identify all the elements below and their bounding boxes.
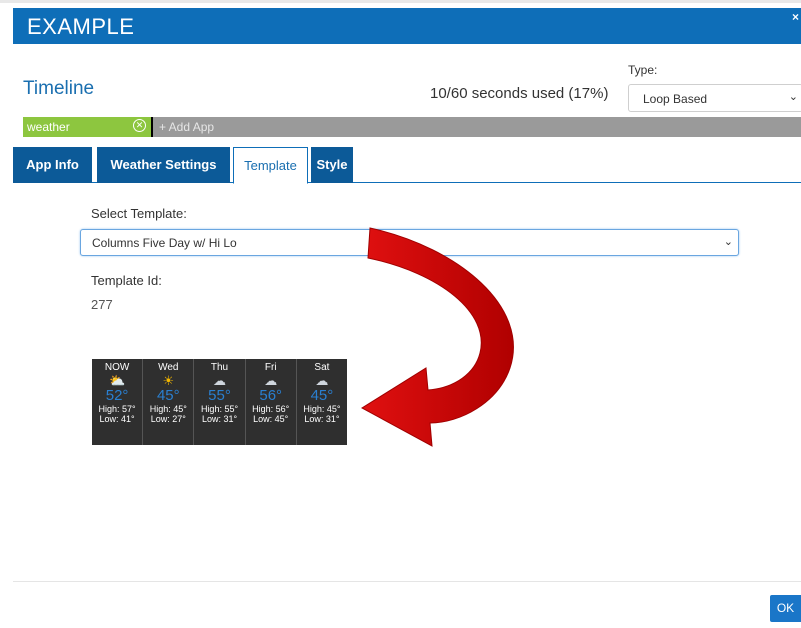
app-chip-weather[interactable]: weather ✕ [23, 117, 153, 137]
close-icon[interactable]: × [792, 10, 799, 24]
template-preview: NOW ⛅ 52° High: 57° Low: 41° Wed ☀ 45° H… [92, 359, 347, 445]
seconds-used: 10/60 seconds used (17%) [430, 85, 609, 102]
forecast-temp: 52° [105, 387, 129, 404]
red-curved-arrow-icon [361, 227, 514, 447]
remove-app-icon[interactable]: ✕ [133, 119, 146, 132]
forecast-day-name: NOW [104, 362, 130, 373]
forecast-day: Wed ☀ 45° High: 45° Low: 27° [143, 359, 195, 445]
sun-icon: ☀ [162, 373, 175, 388]
dialog-header: EXAMPLE × [13, 8, 801, 44]
type-select[interactable]: Loop Based ⌄ [628, 84, 801, 112]
tab-style[interactable]: Style [311, 147, 353, 183]
rain-icon: ☁ [213, 373, 226, 388]
app-chip-label: weather [27, 120, 70, 134]
forecast-day: Fri ☁ 56° High: 56° Low: 45° [246, 359, 297, 445]
template-select-value: Columns Five Day w/ Hi Lo [92, 236, 237, 250]
dialog-title: EXAMPLE [27, 14, 135, 39]
type-select-value: Loop Based [643, 92, 708, 106]
template-id-label: Template Id: [91, 273, 162, 288]
add-app-button[interactable]: + Add App [159, 120, 214, 134]
forecast-day: NOW ⛅ 52° High: 57° Low: 41° [92, 359, 144, 445]
partly-cloudy-icon: ⛅ [109, 373, 126, 388]
forecast-low: Low: 27° [150, 414, 186, 424]
forecast-day-name: Fri [264, 362, 277, 373]
top-border [0, 0, 801, 3]
forecast-high: High: 45° [149, 404, 187, 414]
forecast-low: Low: 41° [99, 414, 135, 424]
forecast-temp: 45° [156, 387, 180, 404]
template-id-value: 277 [91, 297, 113, 312]
forecast-day-name: Wed [158, 362, 179, 373]
tab-app-info[interactable]: App Info [13, 147, 92, 183]
timeline-title: Timeline [23, 78, 95, 99]
select-template-label: Select Template: [91, 206, 187, 221]
chevron-down-icon: ⌄ [788, 91, 798, 103]
rain-icon: ☁ [264, 373, 278, 388]
type-label: Type: [628, 63, 658, 77]
forecast-high: High: 56° [252, 404, 290, 414]
forecast-low: Low: 31° [201, 414, 238, 424]
forecast-temp: 55° [208, 387, 231, 404]
footer-divider [13, 581, 801, 582]
tab-bar: App Info Weather Settings Template Style [13, 147, 801, 184]
forecast-low: Low: 45° [253, 414, 289, 424]
forecast-day-name: Thu [210, 362, 229, 373]
tab-weather-settings[interactable]: Weather Settings [97, 147, 230, 183]
forecast-temp: 56° [259, 387, 283, 404]
ok-button[interactable]: OK [770, 595, 801, 622]
chevron-down-icon: ⌄ [723, 236, 733, 248]
app-bar: weather ✕ + Add App [23, 117, 801, 137]
forecast-high: High: 57° [98, 404, 136, 414]
forecast-day: Thu ☁ 55° High: 55° Low: 31° [194, 359, 246, 445]
tab-template[interactable]: Template [233, 147, 308, 184]
forecast-high: High: 55° [200, 404, 239, 414]
